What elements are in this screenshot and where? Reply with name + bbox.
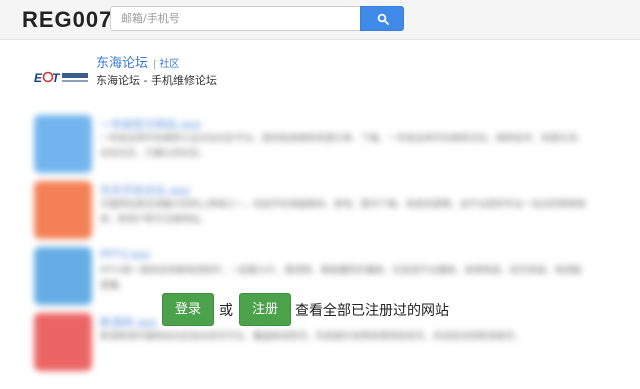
list-item-text: PPTV是一款知名网络电视软件，一起看大片，看视频、看直播同步播放，在各类平台播… [100,266,582,291]
list-item-title: 一年级官方网站.app [100,118,202,131]
list-item: 天天手机论坛.app 天猫网站是全球最大的网上商城之一，包括手机电脑数码、家电、… [34,178,594,239]
app-icon [34,181,92,239]
search-icon [377,13,389,25]
reg007-logo[interactable]: REG007 [22,7,112,33]
list-item-title: 天天手机论坛.app [100,184,191,197]
blurred-site-list: 一年级官方网站.app 一年级全网手机维修大全论坛社区平台，提供各类维修资源分享… [34,112,594,389]
list-item-title: 新浪网.app [100,316,158,329]
svg-text:E: E [34,71,43,85]
app-icon [34,115,92,173]
site-description: 东海论坛 - 手机维修论坛 [96,74,217,87]
app-icon [34,247,92,305]
top-bar: REG007 [0,0,640,40]
list-item-title: PPTV.app [100,248,151,261]
list-item-text: 天猫网站是全球最大的网上商城之一，包括手机电脑数码、家电、图书下载、各类资源等，… [100,200,587,225]
list-item-text: 新浪新闻中国网站社区综合资讯平台，覆盖新闻资讯，科技娱乐体育体育财经资讯，欢迎您… [100,332,524,342]
or-label: 或 [219,303,233,319]
list-item-text: 一年级全网手机维修大全论坛社区平台，提供各类维修资源分享、下载、一年级全网手机维… [100,134,587,159]
site-tag: | 社区 [153,59,180,70]
list-item: 一年级官方网站.app 一年级全网手机维修大全论坛社区平台，提供各类维修资源分享… [34,112,594,173]
site-name-link[interactable]: 东海论坛 [96,52,148,71]
site-tag-label: 社区 [159,59,180,70]
search-input[interactable] [110,6,360,31]
login-button[interactable]: 登录 [162,293,214,326]
svg-text:T: T [52,71,61,85]
view-registered-sites-text: 查看全部已注册过的网站 [295,303,449,319]
register-button[interactable]: 注册 [239,293,291,326]
app-icon [34,313,92,371]
ect-logo: E T [34,71,88,85]
list-item: PPTV.app PPTV是一款知名网络电视软件，一起看大片，看视频、看直播同步… [34,244,594,305]
search-button[interactable] [360,6,404,31]
